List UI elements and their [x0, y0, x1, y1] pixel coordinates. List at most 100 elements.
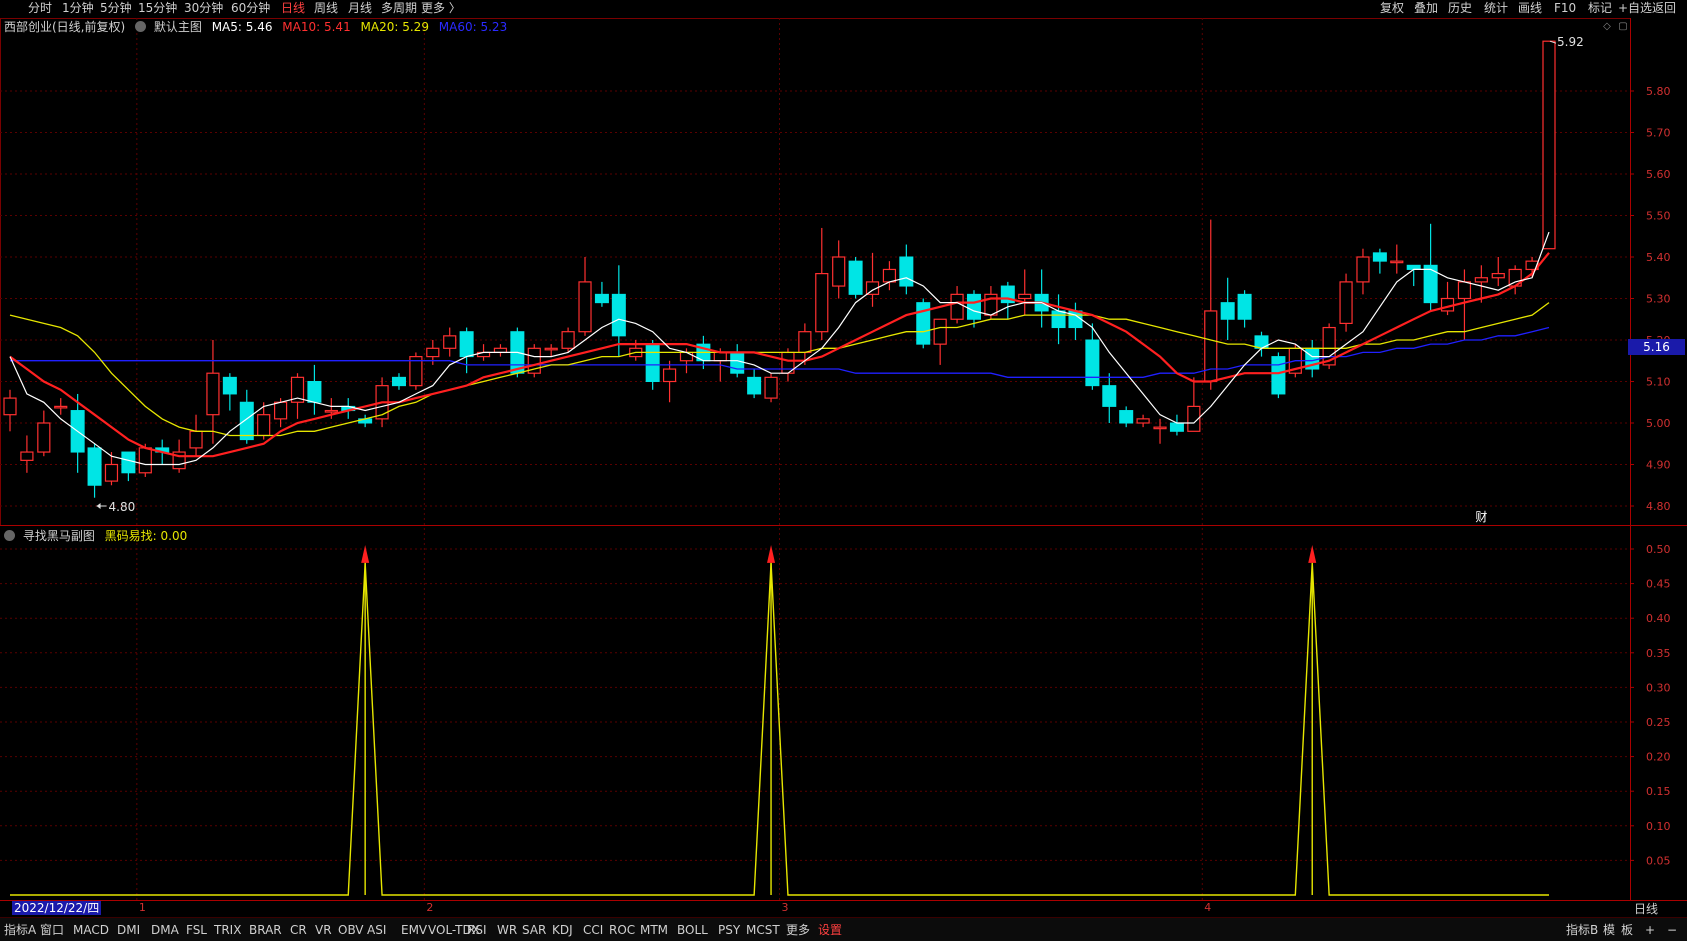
indicator-tab-15[interactable]: WR — [497, 921, 517, 939]
indicator-tab-21[interactable]: BOLL — [677, 921, 708, 939]
indicator-tab-1[interactable]: 窗口 — [40, 921, 64, 939]
candle-body — [3, 397, 17, 416]
date-cursor: 2022/12/22/四 — [12, 901, 102, 915]
indicator-right-2[interactable]: 板 — [1621, 921, 1633, 939]
indicator-tab-22[interactable]: PSY — [718, 921, 740, 939]
price-tick-label: 5.00 — [1646, 417, 1671, 430]
candle-body — [1339, 281, 1353, 324]
candle-body — [121, 451, 136, 474]
price-tick-label: 5.50 — [1646, 210, 1671, 223]
candle — [87, 443, 102, 498]
month-label: 3 — [782, 901, 789, 914]
sub-tick-label: 0.10 — [1646, 820, 1671, 833]
candle — [37, 410, 51, 457]
indicator-tab-14[interactable]: RSI — [467, 921, 487, 939]
stock-name[interactable]: 西部创业(日线,前复权) — [4, 20, 125, 34]
sub-tick-label: 0.40 — [1646, 612, 1671, 625]
restore-icon[interactable]: ▢ — [1617, 21, 1629, 33]
sub-tick-label: 0.30 — [1646, 681, 1671, 694]
indicator-tab-24[interactable]: 更多 — [786, 921, 810, 939]
period-label: 日线 — [1634, 902, 1659, 916]
candle-body — [1390, 260, 1404, 264]
candle — [764, 373, 778, 403]
candle-body — [832, 256, 846, 287]
indicator-tab-7[interactable]: BRAR — [249, 921, 282, 939]
indicator-tab-25[interactable]: 设置 — [818, 921, 842, 939]
price-tick-label: 5.30 — [1646, 293, 1671, 306]
indicator-tab-0[interactable]: 指标A — [4, 921, 36, 939]
candle — [1051, 294, 1066, 345]
ma5-value: MA5: 5.46 — [211, 20, 273, 34]
candle — [1339, 273, 1353, 332]
candle-body — [578, 281, 592, 333]
chevron-down-icon[interactable] — [4, 530, 15, 541]
price-tick-label: 5.40 — [1646, 251, 1671, 264]
indicator-right-0[interactable]: 指标B — [1566, 921, 1598, 939]
candle — [1237, 290, 1252, 328]
indicator-tab-8[interactable]: CR — [290, 921, 307, 939]
indicator-tab-11[interactable]: ASI — [367, 921, 386, 939]
price-tick-label: 4.80 — [1646, 500, 1671, 513]
candle-body — [713, 351, 727, 362]
candle — [882, 261, 897, 291]
candle-body — [206, 372, 220, 416]
indicator-right-4[interactable]: − — [1667, 921, 1677, 939]
signal-arrow-icon — [361, 545, 370, 563]
candle — [307, 364, 322, 415]
candle — [1102, 373, 1117, 423]
indicator-tab-2[interactable]: MACD — [73, 921, 109, 939]
candle — [1356, 248, 1370, 295]
candle-body — [966, 293, 981, 320]
candle-body — [1423, 264, 1438, 304]
indicator-name[interactable]: 寻找黑马副图 — [23, 529, 95, 543]
indicator-tab-16[interactable]: SAR — [522, 921, 546, 939]
indicator-tab-6[interactable]: TRIX — [214, 921, 241, 939]
main-grid — [0, 18, 1687, 901]
candle-body — [1153, 426, 1167, 430]
low-price-label: 4.80 — [109, 500, 136, 514]
template-name[interactable]: 默认主图 — [154, 20, 202, 34]
candle — [1220, 277, 1235, 340]
candle-body — [1372, 252, 1387, 262]
indicator-tab-9[interactable]: VR — [315, 921, 332, 939]
candle-body — [20, 451, 34, 461]
indicator-tab-5[interactable]: FSL — [186, 921, 207, 939]
indicator-right-1[interactable]: 模 — [1603, 921, 1615, 939]
month-label: 1 — [139, 901, 146, 914]
candle-body — [307, 381, 322, 403]
candle-body — [662, 368, 677, 383]
candle-body — [1457, 281, 1472, 300]
indicator-right-3[interactable]: + — [1645, 921, 1655, 939]
indicator-tab-10[interactable]: OBV — [338, 921, 364, 939]
diamond-icon[interactable]: ◇ — [1601, 21, 1613, 33]
candle — [290, 373, 305, 419]
price-tick-label: 5.70 — [1646, 127, 1671, 140]
candle-body — [1119, 410, 1134, 424]
indicator-tab-12[interactable]: EMV — [401, 921, 427, 939]
ma10-value: MA10: 5.41 — [282, 20, 351, 34]
candle-body — [222, 376, 237, 395]
indicator-tab-4[interactable]: DMA — [151, 921, 179, 939]
chevron-down-icon[interactable] — [135, 21, 147, 32]
sub-tick-label: 0.20 — [1646, 751, 1671, 764]
candle — [1305, 340, 1320, 378]
candle — [1390, 244, 1404, 274]
indicator-tab-17[interactable]: KDJ — [552, 921, 573, 939]
indicator-tab-23[interactable]: MCST — [746, 921, 780, 939]
candle-body — [1220, 302, 1235, 320]
candle-body — [257, 414, 271, 437]
kline-chart[interactable]: 1234 5.805.705.605.505.405.305.205.105.0… — [0, 0, 1687, 917]
indicator-tab-3[interactable]: DMI — [117, 921, 140, 939]
candle-body — [1542, 40, 1556, 250]
indicator-tab-20[interactable]: MTM — [640, 921, 668, 939]
candle — [1491, 257, 1505, 287]
candle — [3, 389, 17, 432]
indicator-tab-18[interactable]: CCI — [583, 921, 603, 939]
candle-body — [933, 318, 947, 345]
candle-body — [611, 293, 626, 337]
signal-arrow-icon — [1308, 545, 1317, 563]
candle-body — [798, 331, 812, 354]
candle-body — [1474, 277, 1488, 283]
indicator-tab-19[interactable]: ROC — [609, 921, 635, 939]
candle-body — [882, 268, 897, 283]
